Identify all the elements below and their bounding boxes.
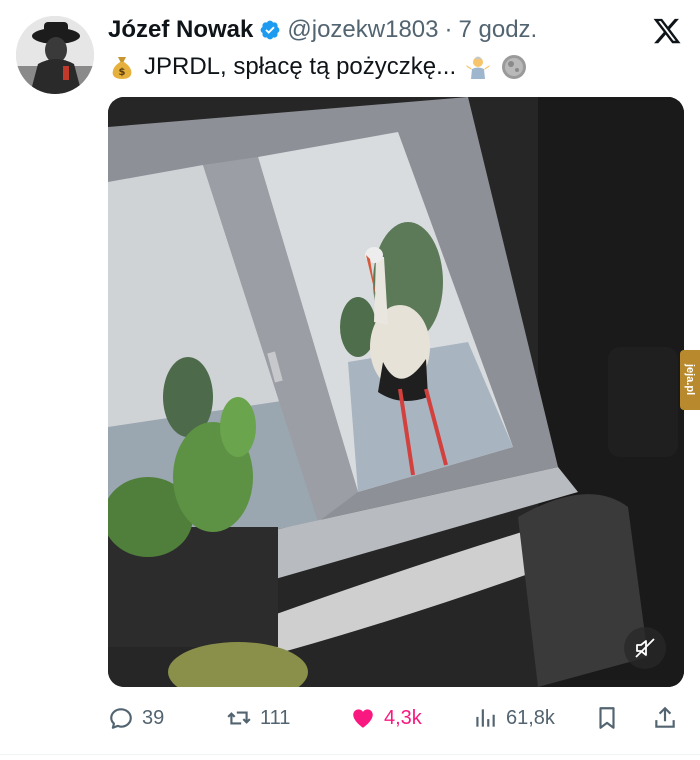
tweet-text: JPRDL, spłacę tą pożyczkę...: [144, 53, 457, 80]
watermark: jeja.pl: [680, 350, 700, 410]
views-chart-icon: [476, 709, 495, 727]
verified-badge-icon: [260, 20, 280, 40]
video-frame-image: [108, 97, 684, 687]
bookmark-icon[interactable]: [594, 705, 620, 731]
like-count: 4,3k: [384, 706, 422, 729]
author-row: Józef Nowak @jozekw1803 · 7 godz.: [108, 14, 537, 46]
post-time[interactable]: 7 godz.: [459, 16, 538, 44]
avatar[interactable]: [16, 16, 94, 94]
speaker-muted-icon: [635, 638, 655, 658]
heart-icon: [353, 709, 373, 728]
repost-count: 111: [260, 706, 291, 729]
action-bar: 39 111 4,3k 61,8k: [108, 700, 684, 736]
author-handle[interactable]: @jozekw1803: [287, 16, 438, 44]
views-button[interactable]: 61,8k: [472, 700, 555, 736]
tweet-text-row: $ JPRDL, spłacę tą pożyczkę...: [108, 50, 528, 84]
repost-button[interactable]: 111: [226, 700, 290, 736]
reply-count: 39: [142, 706, 165, 729]
views-count: 61,8k: [506, 706, 555, 729]
tweet: Józef Nowak @jozekw1803 · 7 godz. $ JPRD…: [0, 0, 700, 760]
coin-icon: [502, 55, 527, 79]
separator-dot: ·: [444, 16, 453, 43]
svg-text:$: $: [119, 67, 126, 78]
like-button[interactable]: 4,3k: [350, 700, 422, 736]
money-bag-icon: $: [112, 57, 132, 79]
repost-icon: [227, 711, 251, 725]
tweet-video[interactable]: [108, 97, 684, 687]
person-shrugging-icon: [466, 56, 491, 79]
x-logo-icon[interactable]: [652, 16, 682, 46]
reply-icon: [110, 708, 132, 729]
avatar-image: [16, 16, 94, 94]
mute-button[interactable]: [624, 627, 666, 669]
share-icon[interactable]: [652, 705, 678, 731]
author-name[interactable]: Józef Nowak: [108, 16, 253, 44]
bottom-divider: [0, 754, 700, 755]
reply-button[interactable]: 39: [108, 700, 164, 736]
